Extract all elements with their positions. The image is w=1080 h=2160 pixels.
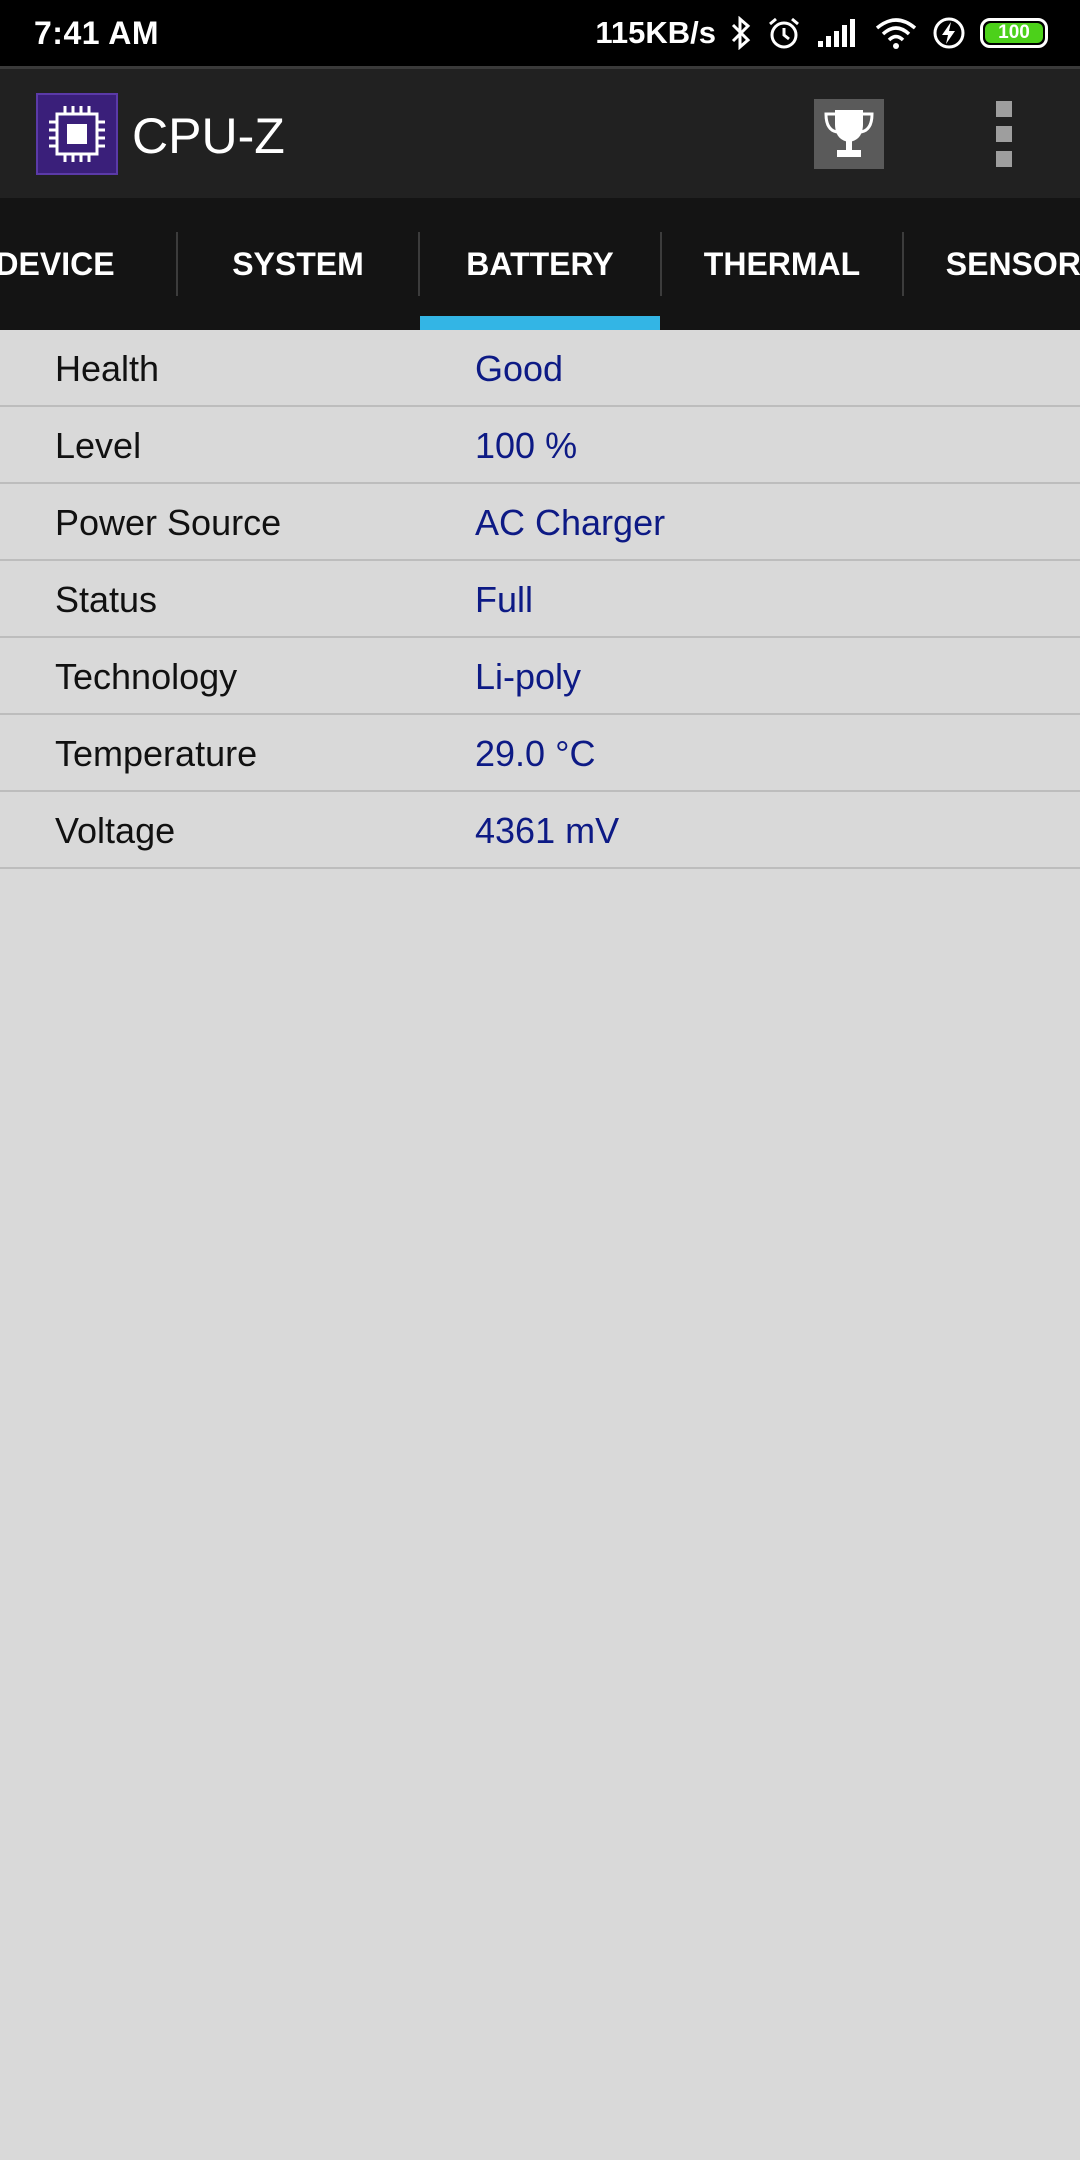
overflow-menu-icon bbox=[996, 101, 1012, 117]
row-value: 4361 mV bbox=[475, 810, 620, 851]
tab-thermal[interactable]: THERMAL bbox=[662, 198, 902, 330]
battery-level-text: 100 bbox=[998, 22, 1030, 43]
app-bar: CPU-Z bbox=[0, 66, 1080, 198]
bluetooth-icon bbox=[731, 16, 751, 50]
battery-row-level: Level 100 % bbox=[0, 407, 1080, 484]
battery-info-list: Health Good Level 100 % Power Source AC … bbox=[0, 330, 1080, 869]
row-label: Level bbox=[55, 425, 142, 466]
row-value: 29.0 °C bbox=[475, 733, 596, 774]
tab-bar: DEVICE SYSTEM BATTERY THERMAL SENSORS bbox=[0, 198, 1080, 330]
row-label: Temperature bbox=[55, 733, 258, 774]
tab-system[interactable]: SYSTEM bbox=[178, 198, 418, 330]
tab-sensors[interactable]: SENSORS bbox=[904, 198, 1080, 330]
overflow-menu-button[interactable] bbox=[980, 101, 1028, 167]
trophy-icon bbox=[824, 110, 874, 157]
tab-battery[interactable]: BATTERY bbox=[420, 198, 660, 330]
trophy-button[interactable] bbox=[814, 99, 884, 169]
row-value: AC Charger bbox=[475, 502, 666, 543]
battery-row-technology: Technology Li-poly bbox=[0, 638, 1080, 715]
row-label: Power Source bbox=[55, 502, 282, 543]
app-title: CPU-Z bbox=[132, 108, 285, 164]
row-label: Voltage bbox=[55, 810, 176, 851]
row-label: Status bbox=[55, 579, 158, 620]
network-speed: 115KB/s bbox=[595, 15, 716, 50]
tab-device[interactable]: DEVICE bbox=[0, 198, 130, 330]
row-value: Full bbox=[475, 579, 534, 620]
battery-row-status: Status Full bbox=[0, 561, 1080, 638]
status-time: 7:41 AM bbox=[34, 14, 160, 51]
status-icons: 115KB/s 100 bbox=[595, 15, 1048, 51]
selected-tab-indicator bbox=[420, 316, 660, 330]
status-bar: 7:41 AM 115KB/s 100 bbox=[0, 0, 1080, 66]
overflow-menu-dot bbox=[996, 126, 1012, 142]
overflow-menu-dot bbox=[996, 151, 1012, 167]
battery-icon: 100 bbox=[980, 18, 1048, 48]
charging-icon bbox=[933, 17, 965, 49]
signal-icon bbox=[818, 19, 855, 47]
row-value: Li-poly bbox=[475, 656, 582, 697]
battery-row-temperature: Temperature 29.0 °C bbox=[0, 715, 1080, 792]
battery-row-voltage: Voltage 4361 mV bbox=[0, 792, 1080, 869]
battery-row-health: Health Good bbox=[0, 330, 1080, 407]
battery-row-power-source: Power Source AC Charger bbox=[0, 484, 1080, 561]
wifi-icon bbox=[875, 18, 917, 49]
cpu-chip-icon bbox=[36, 93, 118, 175]
row-value: 100 % bbox=[475, 425, 578, 466]
alarm-icon bbox=[769, 17, 799, 49]
row-value: Good bbox=[475, 348, 564, 389]
row-label: Technology bbox=[55, 656, 238, 697]
row-label: Health bbox=[55, 348, 160, 389]
